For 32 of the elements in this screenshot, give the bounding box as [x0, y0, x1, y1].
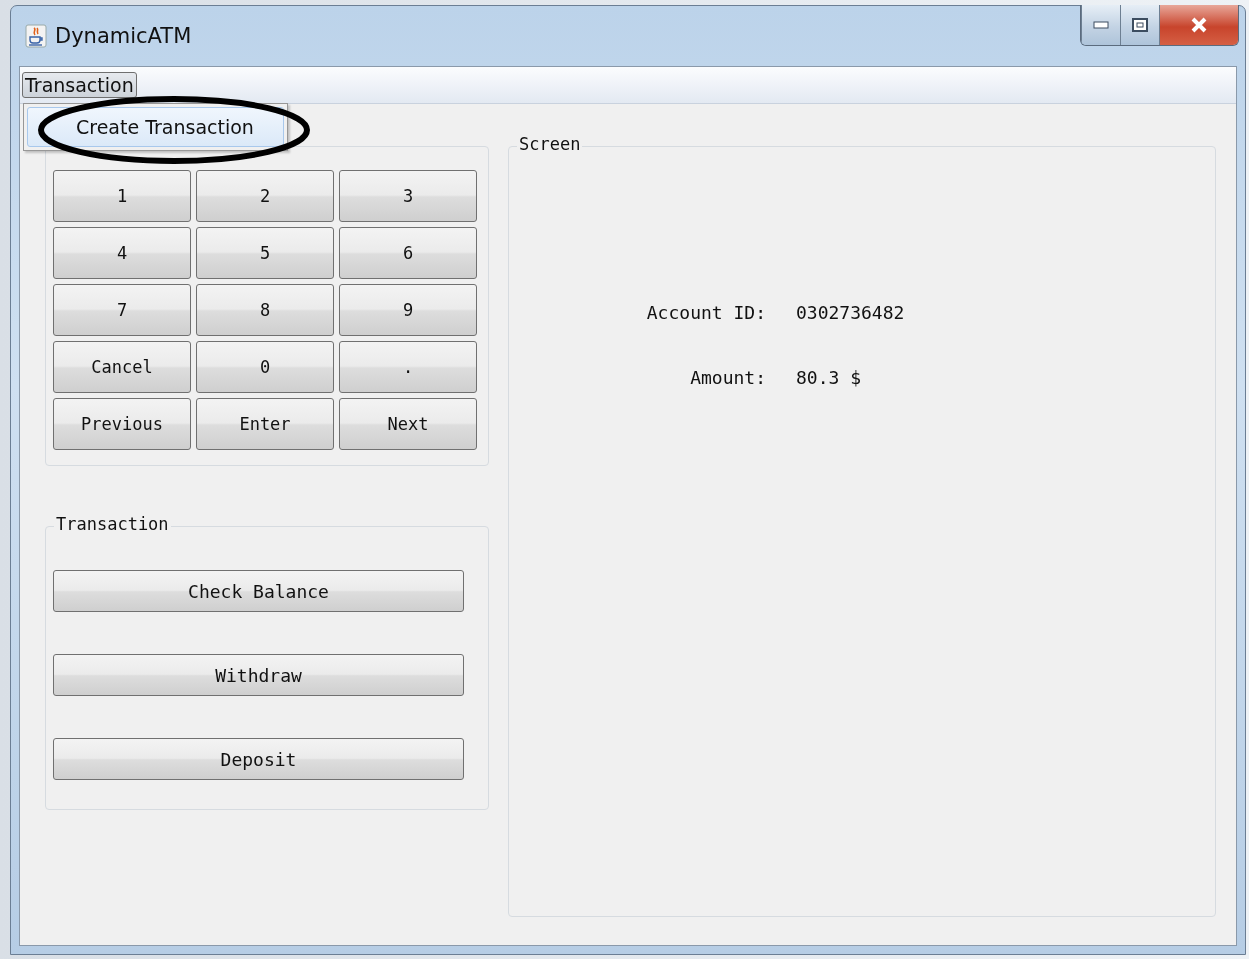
transaction-button[interactable]: Check Balance [53, 570, 464, 612]
keypad-key[interactable]: Next [339, 398, 477, 450]
maximize-button[interactable] [1120, 5, 1159, 45]
keypad-key[interactable]: 7 [53, 284, 191, 336]
keypad-key[interactable]: Cancel [53, 341, 191, 393]
field-label: Amount: [690, 367, 766, 388]
keypad-key[interactable]: Enter [196, 398, 334, 450]
keypad-key[interactable]: 8 [196, 284, 334, 336]
maximize-icon [1132, 18, 1148, 32]
keypad-key[interactable]: 6 [339, 227, 477, 279]
keypad-key[interactable]: . [339, 341, 477, 393]
transaction-button[interactable]: Deposit [53, 738, 464, 780]
keypad-key[interactable]: 9 [339, 284, 477, 336]
keypad-key[interactable]: 3 [339, 170, 477, 222]
field-value: 80.3 $ [796, 367, 863, 388]
menu-item[interactable]: Create Transaction [27, 107, 284, 147]
keypad-key[interactable]: 5 [196, 227, 334, 279]
minimize-icon [1093, 21, 1109, 29]
field-value: 0302736482 [796, 302, 906, 323]
menu-item[interactable]: Transaction [22, 72, 137, 98]
keypad-key[interactable]: 1 [53, 170, 191, 222]
keypad-key[interactable]: Previous [53, 398, 191, 450]
field-label: Account ID: [646, 302, 766, 323]
keypad-key[interactable]: 0 [196, 341, 334, 393]
coffee-cup-icon [25, 24, 47, 48]
keypad-key[interactable]: 2 [196, 170, 334, 222]
close-icon [1190, 17, 1208, 33]
window-title: DynamicATM [55, 24, 192, 48]
minimize-button[interactable] [1081, 5, 1120, 45]
keypad-key[interactable]: 4 [53, 227, 191, 279]
transaction-button[interactable]: Withdraw [53, 654, 464, 696]
close-button[interactable] [1159, 5, 1238, 45]
